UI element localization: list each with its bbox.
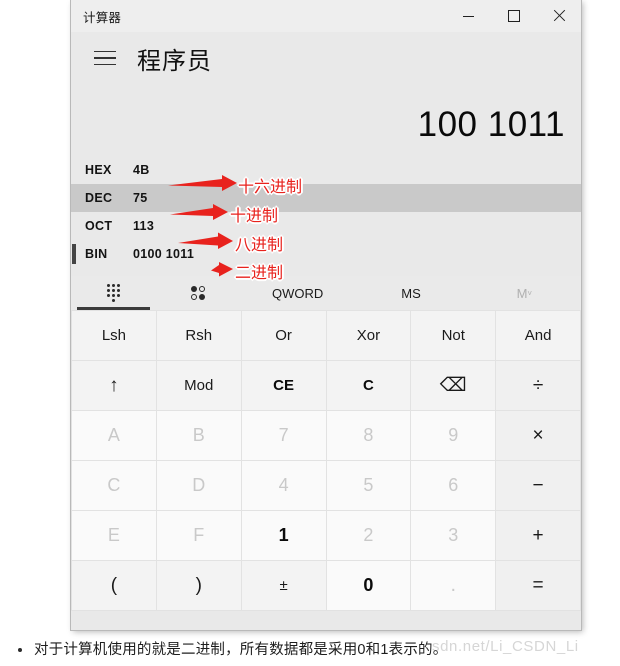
key-multiply[interactable]: × xyxy=(496,411,580,460)
key-add[interactable]: + xyxy=(496,511,580,560)
key-hex-b[interactable]: B xyxy=(156,411,241,460)
calculator-window: 计算器 程序员 100 1011 HEX 4B DEC 75 OCT 113 B… xyxy=(71,0,581,630)
word-size-button[interactable]: QWORD xyxy=(241,276,354,310)
memory-more-label: M xyxy=(516,285,528,301)
key-and[interactable]: And xyxy=(496,311,580,360)
hamburger-icon[interactable] xyxy=(85,40,125,76)
hamburger-bar xyxy=(94,57,116,59)
radix-row-oct[interactable]: OCT 113 xyxy=(71,212,581,240)
minimize-button[interactable] xyxy=(446,0,491,32)
radix-label-hex: HEX xyxy=(85,163,112,177)
hamburger-bar xyxy=(94,50,116,53)
key-close-paren[interactable]: ) xyxy=(156,561,241,610)
radix-row-dec[interactable]: DEC 75 xyxy=(71,184,581,212)
key-9[interactable]: 9 xyxy=(411,411,496,460)
display-value: 100 1011 xyxy=(417,105,565,144)
chevron-down-icon: ˅ xyxy=(527,288,533,298)
key-plus-minus[interactable]: ± xyxy=(241,561,326,610)
radix-value-dec: 75 xyxy=(133,191,148,205)
key-hex-f[interactable]: F xyxy=(156,511,241,560)
key-7[interactable]: 7 xyxy=(241,411,326,460)
bit-toggle-button[interactable] xyxy=(156,276,241,310)
radix-value-bin: 0100 1011 xyxy=(133,247,195,261)
caption-text: 对于计算机使用的就是二进制，所有数据都是采用0和1表示的。 xyxy=(34,642,448,658)
radix-label-oct: OCT xyxy=(85,219,113,233)
key-3[interactable]: 3 xyxy=(411,511,496,560)
key-lsh[interactable]: Lsh xyxy=(72,311,156,360)
radix-row-hex[interactable]: HEX 4B xyxy=(71,156,581,184)
key-5[interactable]: 5 xyxy=(326,461,411,510)
calculator-header: 程序员 xyxy=(71,32,581,84)
key-mod[interactable]: Mod xyxy=(156,361,241,410)
backspace-icon[interactable]: ⌫ xyxy=(411,361,496,410)
key-8[interactable]: 8 xyxy=(326,411,411,460)
title-bar[interactable]: 计算器 xyxy=(71,0,581,32)
key-subtract[interactable]: − xyxy=(496,461,580,510)
key-rsh[interactable]: Rsh xyxy=(156,311,241,360)
maximize-icon xyxy=(507,10,520,22)
key-hex-a[interactable]: A xyxy=(72,411,156,460)
bit-toggle-icon xyxy=(191,285,206,301)
hamburger-bar xyxy=(94,63,116,66)
key-equals[interactable]: = xyxy=(496,561,580,610)
window-title: 计算器 xyxy=(83,10,122,25)
screenshot-root: 计算器 程序员 100 1011 HEX 4B DEC 75 OCT 113 B… xyxy=(0,0,620,666)
key-not[interactable]: Not xyxy=(411,311,496,360)
memory-more-button[interactable]: M ˅ xyxy=(468,276,581,310)
active-tab-underline xyxy=(77,307,150,310)
maximize-button[interactable] xyxy=(491,0,536,32)
window-controls xyxy=(446,0,581,32)
keypad-dots-icon xyxy=(107,284,120,302)
selected-indicator xyxy=(72,244,76,264)
key-clear-entry[interactable]: CE xyxy=(241,361,326,410)
watermark-text: sdn.net/Li_CSDN_Li xyxy=(432,638,579,655)
memory-store-button[interactable]: MS xyxy=(354,276,467,310)
key-hex-c[interactable]: C xyxy=(72,461,156,510)
radix-row-bin[interactable]: BIN 0100 1011 xyxy=(71,240,581,268)
key-0[interactable]: 0 xyxy=(326,561,411,610)
key-open-paren[interactable]: ( xyxy=(72,561,156,610)
caption-area: sdn.net/Li_CSDN_Li 对于计算机使用的就是二进制，所有数据都是采… xyxy=(0,636,620,666)
close-icon xyxy=(553,10,565,22)
radix-value-oct: 113 xyxy=(133,219,155,233)
page-title: 程序员 xyxy=(137,47,212,75)
radix-label-bin: BIN xyxy=(85,247,108,261)
close-button[interactable] xyxy=(536,0,581,32)
radix-label-dec: DEC xyxy=(85,191,113,205)
radix-value-hex: 4B xyxy=(133,163,150,177)
key-2[interactable]: 2 xyxy=(326,511,411,560)
display-area: 100 1011 xyxy=(71,84,581,146)
key-clear[interactable]: C xyxy=(326,361,411,410)
key-or[interactable]: Or xyxy=(241,311,326,360)
key-hex-e[interactable]: E xyxy=(72,511,156,560)
bullet-icon xyxy=(18,648,22,652)
minimize-icon xyxy=(463,15,474,17)
radix-list: HEX 4B DEC 75 OCT 113 BIN 0100 1011 xyxy=(71,146,581,268)
calculator-toolbar: QWORD MS M ˅ xyxy=(71,276,581,310)
key-shift-up[interactable]: ↑ xyxy=(72,361,156,410)
keypad-toggle-button[interactable] xyxy=(71,276,156,310)
key-divide[interactable]: ÷ xyxy=(496,361,580,410)
keypad-grid: Lsh Rsh Or Xor Not And ↑ Mod CE C ⌫ ÷ A … xyxy=(71,310,581,611)
key-6[interactable]: 6 xyxy=(411,461,496,510)
key-hex-d[interactable]: D xyxy=(156,461,241,510)
key-xor[interactable]: Xor xyxy=(326,311,411,360)
key-decimal-point[interactable]: . xyxy=(411,561,496,610)
key-1[interactable]: 1 xyxy=(241,511,326,560)
key-4[interactable]: 4 xyxy=(241,461,326,510)
